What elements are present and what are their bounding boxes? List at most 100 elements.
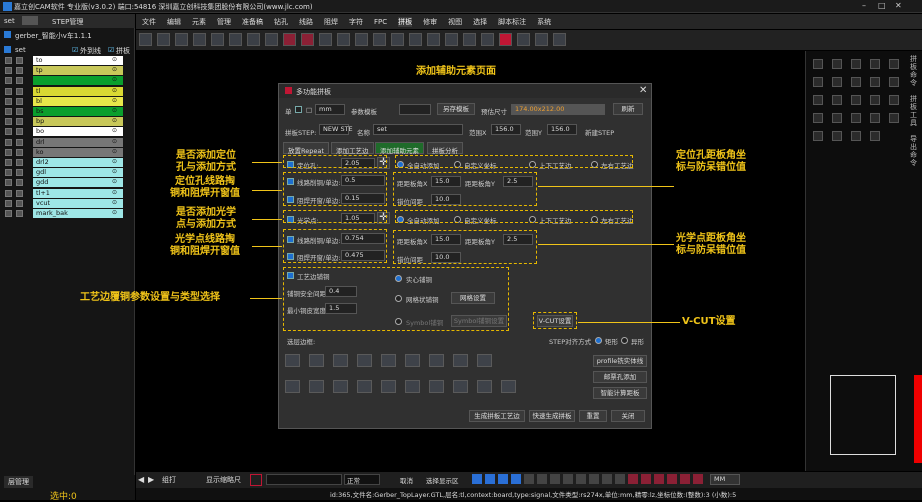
panel-tool-icon[interactable] [851, 95, 861, 105]
bottom-tool-icon[interactable] [498, 474, 508, 484]
layout-tool-icon[interactable] [501, 380, 516, 393]
toolbar-tool-icon[interactable] [229, 33, 242, 46]
eye-icon[interactable]: ⊙ [112, 178, 117, 185]
dialog-tab[interactable]: 拼板分析 [427, 142, 463, 155]
menu-item[interactable]: 脚本标注 [498, 17, 526, 27]
eye-icon[interactable]: ⊙ [112, 87, 117, 94]
panel-tool-icon[interactable] [870, 113, 880, 123]
mode-select[interactable]: 组打 [162, 475, 176, 485]
layer-select-check[interactable] [16, 108, 23, 115]
layer-select-check[interactable] [16, 67, 23, 75]
menu-item[interactable]: 准备稿 [242, 17, 263, 27]
eye-icon[interactable]: ⊙ [112, 117, 117, 124]
thumb-toggle[interactable]: 显示缩略尺 [206, 475, 241, 485]
name-input[interactable]: set [373, 124, 463, 135]
set-label[interactable]: set [4, 17, 15, 25]
dialog-tab[interactable]: 放置Repeat [283, 142, 329, 155]
prev-icon[interactable]: ◀ [138, 475, 144, 484]
bottom-tool-icon[interactable] [563, 474, 573, 484]
toolbar-tool-icon[interactable] [265, 33, 278, 46]
layer-visible-check[interactable] [5, 108, 12, 115]
minimize-window-icon[interactable]: – [862, 1, 866, 10]
bottom-tool-icon[interactable] [589, 474, 599, 484]
close-window-icon[interactable]: ✕ [895, 1, 902, 10]
panel-tool-icon[interactable] [851, 77, 861, 87]
layer-row[interactable]: gdd ⊙ [0, 178, 135, 188]
toolbar-tool-icon[interactable] [211, 33, 224, 46]
layer-visible-check[interactable] [5, 87, 12, 95]
menu-item[interactable]: 钻孔 [274, 17, 288, 27]
panel-tool-icon[interactable] [813, 77, 823, 87]
layout-tool-icon[interactable] [333, 380, 348, 393]
bottom-tool-icon[interactable] [680, 474, 690, 484]
select-area[interactable]: 选择显示区 [426, 475, 459, 485]
bottom-tool-icon[interactable] [654, 474, 664, 484]
layer-select-check[interactable] [16, 87, 23, 95]
toolbar-tool-icon[interactable] [337, 33, 350, 46]
toolbar-tool-icon[interactable] [355, 33, 368, 46]
rect-radio[interactable] [595, 337, 602, 344]
layer-select-check[interactable] [16, 148, 23, 156]
coord-input[interactable] [266, 474, 342, 485]
toolbar-tool-icon[interactable] [463, 33, 476, 46]
gen-craft-button[interactable]: 生成拼板工艺边 [469, 410, 525, 422]
next-icon[interactable]: ▶ [148, 475, 154, 484]
toolbar-tool-icon[interactable] [373, 33, 386, 46]
cancel-select[interactable]: 取消 [400, 475, 413, 485]
eye-icon[interactable]: ⊙ [112, 168, 117, 175]
toolbar-tool-icon[interactable] [193, 33, 206, 46]
layer-visible-check[interactable] [5, 138, 12, 146]
bottom-tool-icon[interactable] [641, 474, 651, 484]
eye-icon[interactable]: ⊙ [112, 127, 117, 134]
toolbar-tool-icon[interactable] [283, 33, 296, 46]
maximize-window-icon[interactable]: □ [878, 1, 886, 10]
layer-visible-check[interactable] [5, 57, 12, 64]
eye-icon[interactable]: ⊙ [112, 66, 117, 73]
layer-row[interactable]: bs ⊙ [0, 107, 135, 117]
new-step-button[interactable]: 新建STEP [585, 127, 614, 137]
dialog-close-button[interactable]: 关闭 [611, 410, 645, 422]
outer-check-icon[interactable]: ☑ [72, 46, 78, 54]
toolbar-tool-icon[interactable] [445, 33, 458, 46]
eye-icon[interactable]: ⊙ [112, 138, 117, 145]
layout-tool-icon[interactable] [357, 380, 372, 393]
menu-item[interactable]: 编辑 [167, 17, 181, 27]
layout-tool-icon[interactable] [285, 380, 300, 393]
smart-calc-button[interactable]: 智能计算距板 [593, 387, 647, 399]
toolbar-tool-icon[interactable] [427, 33, 440, 46]
layer-visible-check[interactable] [5, 210, 12, 217]
layer-select-check[interactable] [16, 77, 23, 85]
eye-icon[interactable]: ⊙ [112, 76, 117, 83]
unit-select-bottom[interactable]: MM [710, 474, 740, 485]
toolbar-tool-icon[interactable] [535, 33, 548, 46]
eye-icon[interactable]: ⊙ [112, 209, 117, 216]
bottom-tool-icon[interactable] [537, 474, 547, 484]
save-template-button[interactable]: 另存模板 [437, 103, 475, 115]
menu-item[interactable]: 线路 [299, 17, 313, 27]
toolbar-tool-icon[interactable] [247, 33, 260, 46]
bottom-tool-icon[interactable] [628, 474, 638, 484]
eye-icon[interactable]: ⊙ [112, 97, 117, 104]
bottom-tool-icon[interactable] [693, 474, 703, 484]
quick-gen-button[interactable]: 快速生成拼板 [529, 410, 575, 422]
layout-tool-icon[interactable] [357, 354, 372, 367]
layer-row[interactable]: bo ⊙ [0, 127, 135, 137]
layout-tool-icon[interactable] [477, 354, 492, 367]
param-template-select[interactable] [399, 104, 431, 115]
layer-select-check[interactable] [16, 97, 23, 105]
layer-visible-check[interactable] [5, 199, 12, 207]
panel-tool-icon[interactable] [889, 95, 899, 105]
layer-row[interactable]: ko ⊙ [0, 147, 135, 158]
refresh-button[interactable]: 刷新 [613, 103, 643, 115]
menu-item[interactable]: 选择 [473, 17, 487, 27]
toolbar-tool-icon[interactable] [301, 33, 314, 46]
layer-row[interactable]: gdl ⊙ [0, 168, 135, 178]
layout-tool-icon[interactable] [405, 380, 420, 393]
eye-icon[interactable]: ⊙ [112, 158, 117, 165]
layout-tool-icon[interactable] [309, 380, 324, 393]
layout-tool-icon[interactable] [429, 354, 444, 367]
layer-manage-tab[interactable]: 层管理 [4, 476, 33, 488]
layer-row[interactable]: drl2 ⊙ [0, 158, 135, 168]
layer-row[interactable]: to ⊙ [0, 56, 135, 66]
panel-tool-icon[interactable] [851, 131, 861, 141]
